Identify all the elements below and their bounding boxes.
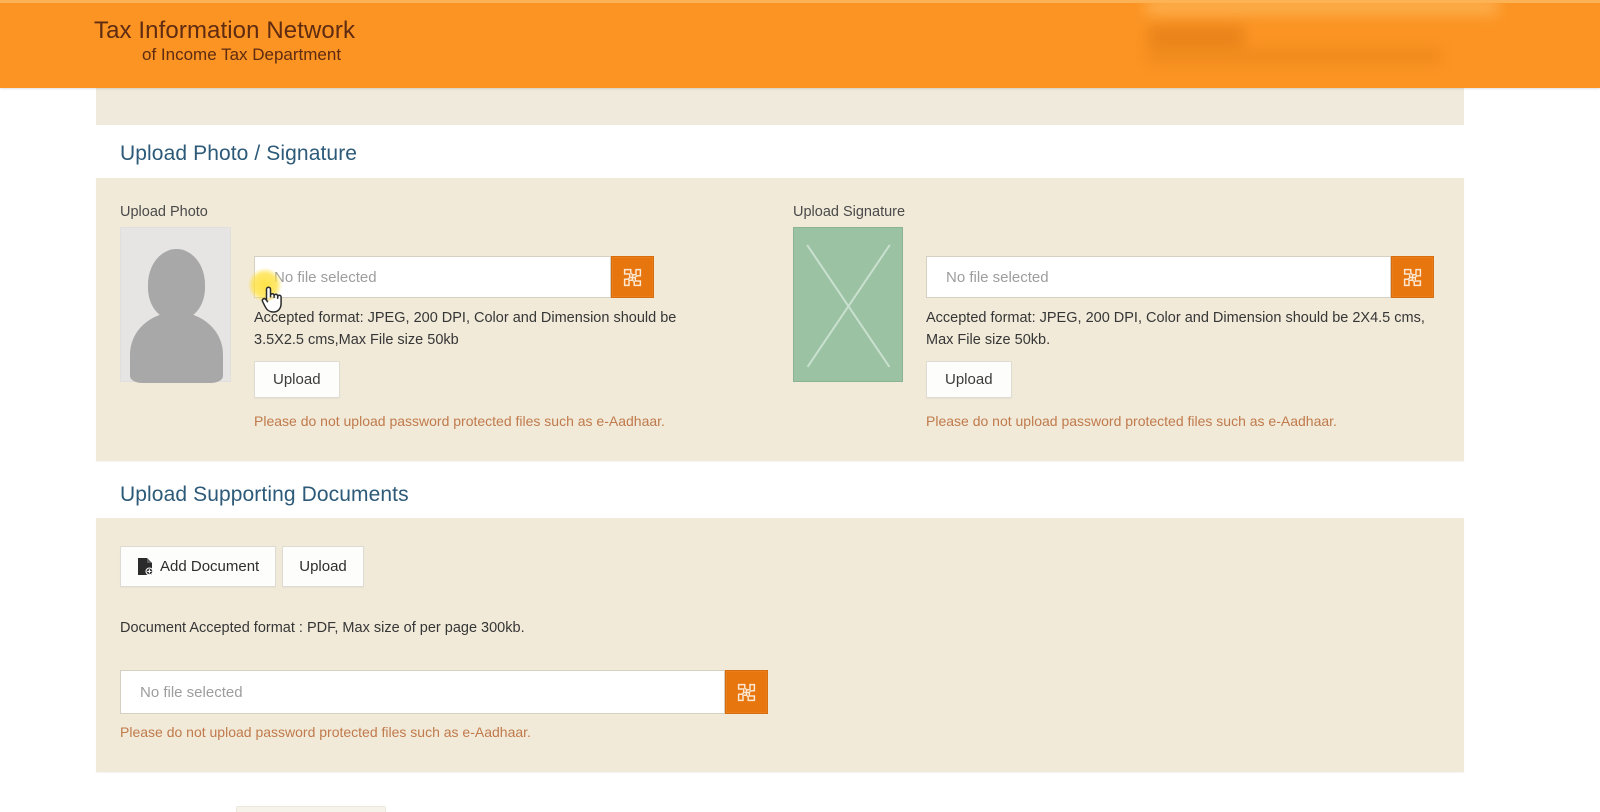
documents-upload-button[interactable]: Upload [282, 546, 364, 587]
document-browse-button[interactable] [725, 670, 768, 714]
upload-photo-label: Upload Photo [120, 204, 208, 220]
broken-image-icon [737, 683, 756, 701]
signature-password-warning: Please do not upload password protected … [926, 413, 1337, 429]
signature-upload-button[interactable]: Upload [926, 361, 1012, 398]
document-password-warning: Please do not upload password protected … [120, 724, 531, 740]
photo-file-input[interactable]: No file selected [254, 256, 611, 298]
signature-format-hint: Accepted format: JPEG, 200 DPI, Color an… [926, 310, 1425, 348]
photo-password-warning: Please do not upload password protected … [254, 413, 665, 429]
broken-image-icon [623, 268, 642, 286]
site-logo[interactable]: Tax Information Network of Income Tax De… [94, 17, 356, 64]
site-header: Tax Information Network of Income Tax De… [0, 0, 1600, 88]
header-right-redacted [1118, 0, 1498, 72]
bottom-partial-button[interactable] [236, 806, 386, 812]
panel-supporting-documents: Add Document Upload Document Accepted fo… [96, 518, 1464, 772]
signature-thumbnail-placeholder [793, 227, 903, 382]
header-redacted-line-2 [1146, 48, 1442, 64]
document-action-buttons: Add Document Upload [120, 546, 364, 587]
section-heading-supporting-documents: Upload Supporting Documents [120, 483, 409, 506]
user-avatar-body-shape [130, 312, 223, 383]
panel-photo-signature: Upload Photo No file selected Accepted f… [96, 178, 1464, 461]
document-file-input[interactable]: No file selected [120, 670, 725, 714]
header-redacted-line-1 [1148, 26, 1244, 46]
photo-thumbnail-placeholder [120, 227, 231, 383]
document-file-picker[interactable]: No file selected [120, 670, 768, 714]
section-heading-photo-signature: Upload Photo / Signature [120, 142, 358, 165]
photo-format-hint: Accepted format: JPEG, 200 DPI, Color an… [254, 310, 677, 348]
brand-subtitle: of Income Tax Department [142, 44, 342, 64]
broken-image-icon [1403, 268, 1422, 286]
signature-file-picker[interactable]: No file selected [926, 256, 1434, 298]
document-format-note: Document Accepted format : PDF, Max size… [120, 620, 525, 636]
signature-browse-button[interactable] [1391, 256, 1434, 298]
photo-browse-button[interactable] [611, 256, 654, 298]
add-document-label: Add Document [160, 558, 260, 575]
page-root: Upload Photo / Signature Upload Photo No… [0, 0, 1600, 812]
photo-upload-button[interactable]: Upload [254, 361, 340, 398]
upload-signature-label: Upload Signature [793, 204, 906, 220]
photo-file-picker[interactable]: No file selected [254, 256, 654, 298]
document-add-icon [137, 557, 154, 576]
user-avatar-placeholder-icon [148, 249, 205, 320]
brand-title: Tax Information Network [94, 17, 356, 44]
signature-file-input[interactable]: No file selected [926, 256, 1391, 298]
add-document-button[interactable]: Add Document [120, 546, 277, 587]
header-tab-shape [1146, 0, 1498, 14]
